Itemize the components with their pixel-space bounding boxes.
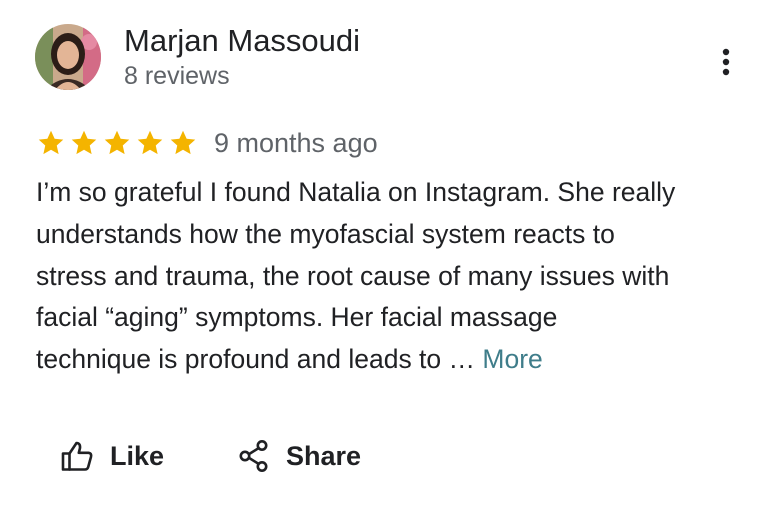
- review-text-line-4: facial “aging” symptoms. Her facial mass…: [36, 302, 558, 333]
- more-options-button[interactable]: [708, 40, 744, 84]
- review-actions: Like Share: [60, 432, 361, 480]
- review-text-line-5: technique is profound and leads to …: [36, 344, 483, 375]
- reviewer-name[interactable]: Marjan Massoudi: [124, 22, 360, 60]
- more-vert-icon: [722, 48, 730, 76]
- avatar[interactable]: [35, 24, 101, 90]
- more-link[interactable]: More: [482, 344, 542, 374]
- review-date: 9 months ago: [214, 128, 378, 158]
- reviewer-review-count: 8 reviews: [124, 62, 230, 90]
- rating-row: 9 months ago: [36, 124, 378, 162]
- like-button[interactable]: Like: [60, 432, 164, 480]
- star-icon: [102, 128, 132, 158]
- star-icon: [168, 128, 198, 158]
- review-text-line-3: stress and trauma, the root cause of man…: [36, 260, 670, 291]
- review-card: Marjan Massoudi 8 reviews 9 months ago I…: [0, 0, 780, 512]
- star-icon: [135, 128, 165, 158]
- star-icon: [36, 128, 66, 158]
- share-button[interactable]: Share: [238, 432, 361, 480]
- star-icon: [69, 128, 99, 158]
- avatar-photo: [35, 24, 101, 90]
- review-text-line-2: understands how the myofascial system re…: [36, 218, 615, 249]
- star-rating: [36, 124, 198, 162]
- review-text: I’m so grateful I found Natalia on Insta…: [36, 172, 756, 381]
- thumb-up-icon: [60, 440, 94, 472]
- review-text-line-1: I’m so grateful I found Natalia on Insta…: [36, 177, 676, 207]
- like-label: Like: [110, 440, 165, 471]
- share-icon: [238, 439, 270, 473]
- share-label: Share: [286, 440, 362, 471]
